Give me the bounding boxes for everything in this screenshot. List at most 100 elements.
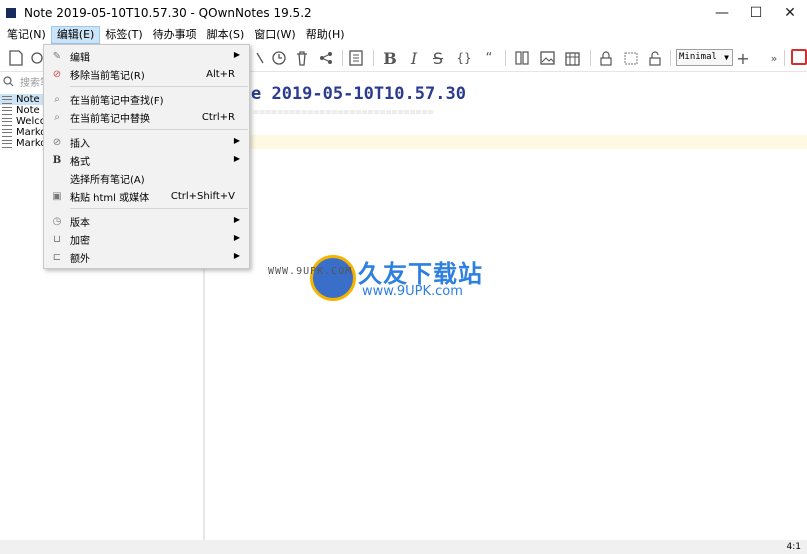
encrypted-icon[interactable] (623, 48, 639, 68)
app-icon (6, 8, 16, 18)
list-item[interactable]: Note (0, 105, 46, 116)
menu-item-extra[interactable]: ⊏ 额外 ▶ (44, 248, 249, 266)
menu-item-remove-note[interactable]: ⊘ 移除当前笔记(R) Alt+R (44, 65, 249, 83)
toolbar-separator (342, 50, 343, 66)
menu-item-edit[interactable]: ✎ 编辑 ▶ (44, 47, 249, 65)
cursor-position: 4:1 (786, 542, 801, 552)
heading-underline: ============================== (253, 107, 434, 118)
edit-menu-dropdown: ✎ 编辑 ▶ ⊘ 移除当前笔记(R) Alt+R ⌕ 在当前笔记中查找(F) ⌕… (43, 44, 250, 269)
list-item[interactable]: Marko (0, 127, 46, 138)
menu-item-label: 格式 (70, 156, 90, 168)
menu-note[interactable]: 笔记(N) (2, 26, 51, 44)
menu-scripts[interactable]: 脚本(S) (202, 26, 250, 44)
workspace-select[interactable]: Minimal ▼ (676, 49, 733, 66)
workspace-select-value: Minimal (679, 52, 717, 62)
menu-item-label: 在当前笔记中替换 (70, 113, 150, 125)
note-icon (2, 128, 12, 137)
watermark-subtitle: www.9UPK.com (362, 284, 463, 299)
menu-bar: 笔记(N) 编辑(E) 标签(T) 待办事项 脚本(S) 窗口(W) 帮助(H) (0, 26, 807, 44)
note-title: Marko (16, 138, 47, 149)
image-icon: ▣ (52, 190, 62, 202)
watermark: WWW.9UPK.COM 久友下载站 www.9UPK.com (258, 250, 498, 310)
menu-window[interactable]: 窗口(W) (249, 26, 300, 44)
menu-item-replace[interactable]: ⌕ 在当前笔记中替换 Ctrl+R (44, 108, 249, 126)
title-bar: Note 2019-05-10T10.57.30 - QOwnNotes 19.… (0, 0, 807, 26)
menu-tags[interactable]: 标签(T) (100, 26, 147, 44)
menu-item-label: 在当前笔记中查找(F) (70, 95, 164, 107)
note-icon (2, 139, 12, 148)
status-bar: 4:1 (0, 540, 807, 554)
strikethrough-icon[interactable]: S (430, 48, 446, 68)
lock-icon: ⊔ (53, 233, 61, 245)
toolbar-separator (590, 50, 591, 66)
more-icon[interactable]: » (769, 48, 779, 68)
toolbar-separator (670, 50, 671, 66)
quote-icon[interactable]: “ (482, 48, 496, 68)
clip-icon: ⊘ (52, 136, 62, 148)
menu-item-insert[interactable]: ⊘ 插入 ▶ (44, 133, 249, 151)
image-icon[interactable] (539, 48, 555, 68)
table-icon[interactable] (564, 48, 580, 68)
toolbar-separator (784, 50, 785, 66)
window-controls: — ☐ ✕ (705, 0, 807, 26)
code-block-icon[interactable]: {} (456, 48, 472, 68)
history-icon[interactable] (270, 48, 288, 68)
close-button[interactable]: ✕ (773, 0, 807, 26)
menu-item-select-all[interactable]: 选择所有笔记(A) (44, 169, 249, 187)
new-note-icon[interactable] (8, 48, 24, 68)
menu-item-shortcut: Ctrl+R (201, 111, 235, 123)
search-icon[interactable] (30, 48, 44, 68)
list-item[interactable]: Marko (0, 138, 46, 149)
submenu-arrow-icon: ▶ (233, 136, 240, 145)
unlock-icon[interactable] (647, 48, 663, 68)
window-title: Note 2019-05-10T10.57.30 - QOwnNotes 19.… (24, 6, 312, 20)
menu-separator (70, 129, 248, 130)
menu-item-paste-html[interactable]: ▣ 粘贴 html 或媒体 Ctrl+Shift+V (44, 187, 249, 205)
maximize-button[interactable]: ☐ (739, 0, 773, 26)
trash-icon[interactable] (294, 48, 310, 68)
current-line-highlight (205, 135, 807, 149)
italic-icon[interactable]: I (406, 48, 422, 68)
note-title: Welco (16, 116, 46, 127)
menu-item-label: 版本 (70, 217, 90, 229)
note-heading: e 2019-05-10T10.57.30 (251, 84, 466, 104)
menu-separator (70, 86, 248, 87)
close-panel-icon[interactable] (791, 49, 807, 65)
menu-todo[interactable]: 待办事项 (148, 26, 202, 44)
list-item[interactable]: Welco (0, 116, 46, 127)
menu-item-format[interactable]: B 格式 ▶ (44, 151, 249, 169)
note-title: Note (16, 94, 40, 105)
menu-item-label: 粘贴 html 或媒体 (70, 192, 150, 204)
menu-item-versions[interactable]: ◷ 版本 ▶ (44, 212, 249, 230)
menu-item-label: 选择所有笔记(A) (70, 174, 145, 186)
menu-item-shortcut: Alt+R (206, 68, 235, 80)
menu-edit[interactable]: 编辑(E) (50, 26, 101, 44)
menu-help[interactable]: 帮助(H) (301, 26, 350, 44)
submenu-arrow-icon: ▶ (233, 233, 240, 242)
split-view-icon[interactable] (514, 48, 530, 68)
bold-icon[interactable]: B (382, 48, 398, 68)
bold-icon: B (52, 154, 62, 166)
note-icon (2, 106, 12, 115)
lock-icon[interactable] (598, 48, 614, 68)
replace-icon: ⌕ (54, 111, 60, 123)
note-icon (2, 117, 12, 126)
toolbar-separator (505, 50, 506, 66)
search-icon (3, 75, 14, 86)
zoom-icon[interactable] (252, 48, 268, 68)
menu-item-encrypt[interactable]: ⊔ 加密 ▶ (44, 230, 249, 248)
menu-item-label: 加密 (70, 235, 90, 247)
share-icon[interactable] (318, 48, 334, 68)
add-icon[interactable]: + (736, 48, 750, 68)
minimize-button[interactable]: — (705, 0, 739, 26)
menu-separator (70, 208, 248, 209)
menu-item-shortcut: Ctrl+Shift+V (170, 190, 235, 202)
find-icon: ⌕ (54, 93, 60, 105)
list-item[interactable]: Note (0, 94, 47, 105)
menu-item-find[interactable]: ⌕ 在当前笔记中查找(F) (44, 90, 249, 108)
list-icon[interactable] (348, 48, 364, 68)
watermark-url: WWW.9UPK.COM (268, 266, 353, 277)
note-title: Note (16, 105, 40, 116)
menu-item-label: 移除当前笔记(R) (70, 70, 145, 82)
remove-icon: ⊘ (52, 68, 62, 80)
